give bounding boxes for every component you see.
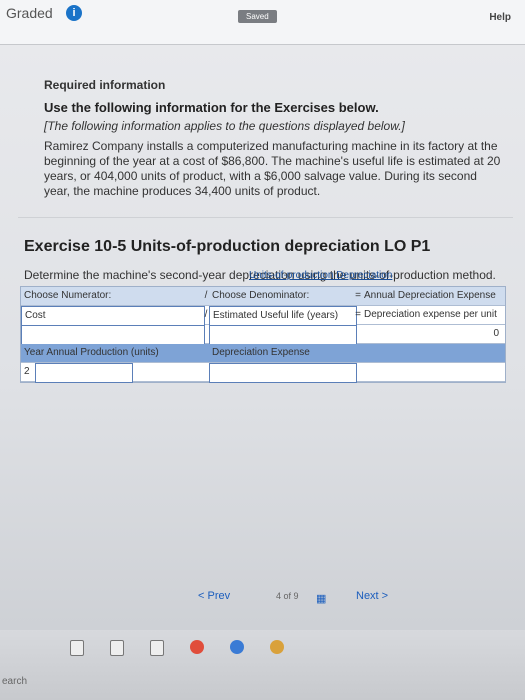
info-badge-icon[interactable]: i (66, 5, 82, 21)
question-content: Required information Use the following i… (18, 52, 513, 282)
table-row: 2 (21, 363, 505, 383)
info-note: [The following information applies to th… (44, 119, 405, 133)
exercise-title: Exercise 10-5 Units-of-production deprec… (24, 238, 431, 255)
table-header-row: Choose Numerator: / Choose Denominator: … (21, 287, 505, 306)
problem-paragraph: Ramirez Company installs a computerized … (44, 139, 501, 198)
use-following-heading: Use the following information for the Ex… (44, 100, 379, 115)
prev-button[interactable]: < Prev (198, 590, 230, 602)
top-bar: Graded i Saved Help (0, 0, 525, 45)
table-row: Cost / Estimated Useful life (years) = D… (21, 306, 505, 326)
app-icon[interactable] (190, 640, 204, 654)
pagination: < Prev 4 of 9 ▦ Next > (198, 590, 418, 606)
table-row: 0 (21, 325, 505, 345)
numerator-select[interactable]: Cost (21, 306, 205, 326)
per-unit-expense-label: Depreciation expense per unit (364, 309, 497, 320)
browser-icon[interactable] (230, 640, 244, 654)
depreciation-table: Units-of-production Depreciation Choose … (20, 270, 506, 383)
next-button[interactable]: Next > (356, 590, 388, 602)
denominator-header: Choose Denominator: (212, 290, 310, 301)
saved-badge: Saved (238, 10, 277, 23)
numerator-input[interactable] (21, 325, 205, 345)
taskbar-search[interactable]: earch (2, 676, 27, 687)
taskbar: earch (0, 630, 525, 700)
table-subheader-row: Year Annual Production (units) Depreciat… (21, 344, 505, 363)
section-divider (18, 217, 513, 218)
annual-expense-header: Annual Depreciation Expense (364, 290, 496, 301)
denominator-select[interactable]: Estimated Useful life (years) (209, 306, 357, 326)
store-icon[interactable] (150, 640, 164, 656)
page-count: 4 of 9 (276, 591, 299, 601)
required-info-heading: Required information (44, 78, 166, 92)
production-header: Year Annual Production (units) (24, 347, 159, 358)
table-caption: Units-of-production Depreciation (249, 270, 393, 281)
taskview-icon[interactable] (110, 640, 124, 656)
grid-icon[interactable]: ▦ (316, 592, 326, 605)
numerator-header: Choose Numerator: (24, 290, 112, 301)
screen: Graded i Saved Help Required information… (0, 0, 525, 700)
denominator-input[interactable] (209, 325, 357, 345)
depreciation-expense-input[interactable] (209, 363, 357, 383)
chrome-icon[interactable] (270, 640, 284, 654)
help-link[interactable]: Help (489, 12, 511, 23)
file-explorer-icon[interactable] (70, 640, 84, 656)
annual-production-input[interactable] (35, 363, 133, 383)
per-unit-result: 0 (493, 328, 499, 339)
graded-label: Graded (6, 5, 53, 21)
depreciation-expense-header: Depreciation Expense (212, 347, 310, 358)
